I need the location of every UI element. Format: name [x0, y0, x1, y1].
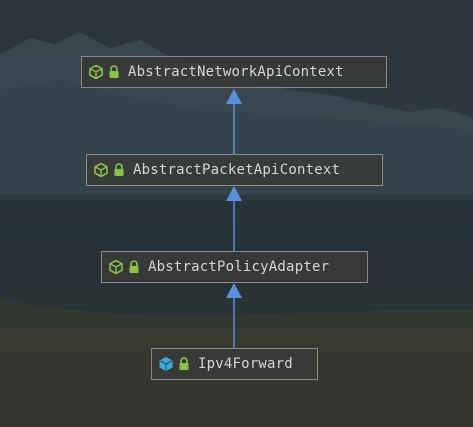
lock-icon: [114, 163, 124, 176]
abstract-class-icon: [89, 64, 103, 80]
class-node-ipv4-forward[interactable]: Ipv4Forward: [151, 348, 318, 380]
lock-icon: [179, 357, 189, 370]
class-name: AbstractPolicyAdapter: [148, 259, 330, 275]
class-node-abstract-network-api-context[interactable]: AbstractNetworkApiContext: [81, 56, 387, 88]
lock-icon: [109, 65, 119, 78]
lock-icon: [129, 260, 139, 273]
class-icon: [159, 356, 173, 372]
abstract-class-icon: [94, 162, 108, 178]
class-name: AbstractPacketApiContext: [133, 162, 341, 178]
class-node-abstract-policy-adapter[interactable]: AbstractPolicyAdapter: [101, 251, 368, 283]
class-node-abstract-packet-api-context[interactable]: AbstractPacketApiContext: [86, 154, 383, 186]
abstract-class-icon: [109, 259, 123, 275]
class-name: AbstractNetworkApiContext: [128, 64, 344, 80]
class-name: Ipv4Forward: [198, 356, 293, 372]
